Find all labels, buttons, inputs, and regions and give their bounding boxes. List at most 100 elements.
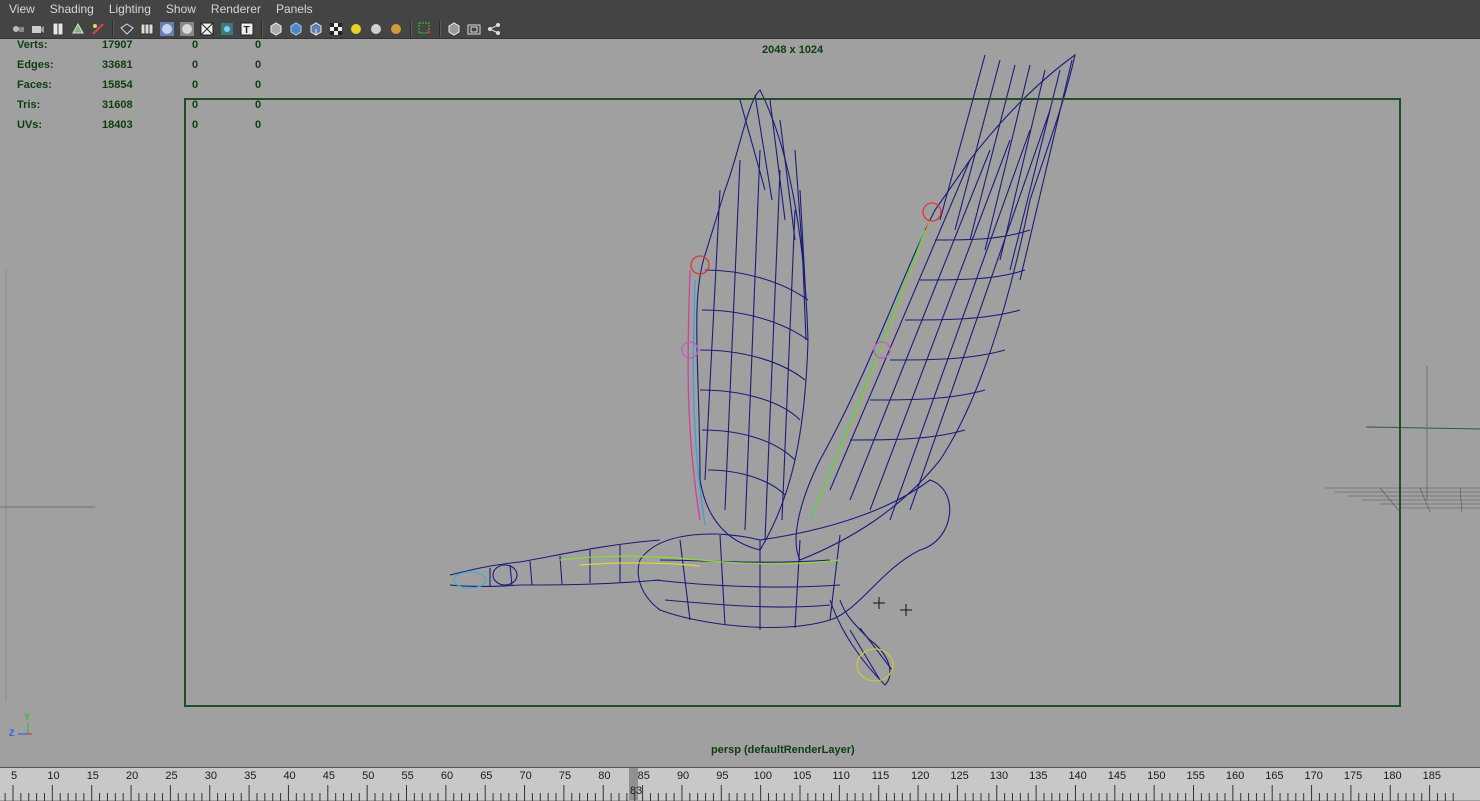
grid-icon[interactable] [139, 21, 155, 37]
timeline-tick-label: 160 [1225, 770, 1245, 782]
timeline-tick-label: 185 [1422, 770, 1441, 782]
timeline-tick-label: 35 [244, 770, 257, 782]
menu-panels[interactable]: Panels [270, 0, 319, 19]
timeline-tick-label: 80 [598, 770, 611, 782]
menu-show[interactable]: Show [160, 0, 202, 19]
timeline-tick-label: 55 [401, 770, 414, 782]
gate-mask-icon[interactable] [486, 21, 502, 37]
hud-row-verts: Verts: 17907 0 0 [17, 40, 277, 59]
hud-value: 0 [255, 119, 262, 131]
isolate-icon[interactable] [219, 21, 235, 37]
timeline-tick-label: 175 [1343, 770, 1363, 782]
panel-menu-bar: View Shading Lighting Show Renderer Pane… [0, 0, 1480, 20]
timeline-tick-label: 145 [1107, 770, 1127, 782]
bookmark-icon[interactable] [50, 21, 66, 37]
resolution-gate [184, 98, 1401, 707]
hud-label: Edges: [17, 59, 54, 71]
timeline-tick-label: 20 [126, 770, 139, 782]
hud-value: 0 [192, 40, 199, 51]
hud-value: 0 [192, 59, 199, 71]
timeline-tick-label: 105 [793, 770, 812, 782]
hud-row-edges: Edges: 33681 0 0 [17, 59, 277, 79]
texture-icon[interactable]: T [239, 21, 255, 37]
timeline-tick-label: 165 [1265, 770, 1284, 782]
checker-icon[interactable] [328, 21, 344, 37]
all-lights-icon[interactable] [348, 21, 364, 37]
hud-value: 0 [192, 119, 199, 131]
timeline-tick-label: 85 [637, 770, 650, 782]
hud-row-uvs: UVs: 18403 0 0 [17, 119, 277, 139]
menu-lighting[interactable]: Lighting [103, 0, 157, 19]
poly-count-hud: Verts: 17907 0 0 Edges: 33681 0 0 Faces:… [17, 40, 277, 139]
timeline-tick-label: 30 [204, 770, 217, 782]
xray-icon[interactable] [199, 21, 215, 37]
timeline-tick-label: 180 [1383, 770, 1402, 782]
timeline-tick-label: 135 [1029, 770, 1048, 782]
timeline-tick-label: 25 [165, 770, 178, 782]
timeline-tick-label: 155 [1186, 770, 1205, 782]
isolate-select-icon[interactable] [417, 21, 433, 37]
grease-pencil-icon[interactable] [90, 21, 106, 37]
timeline-tick-label: 5 [11, 770, 18, 782]
resolution-readout: 2048 x 1024 [762, 44, 824, 56]
shaded-cube-icon[interactable] [288, 21, 304, 37]
hud-row-tris: Tris: 31608 0 0 [17, 99, 277, 119]
timeline-tick-label: 15 [86, 770, 99, 782]
hud-value: 0 [255, 99, 262, 111]
hud-row-faces: Faces: 15854 0 0 [17, 79, 277, 99]
camera-attributes-icon[interactable] [30, 21, 46, 37]
3d-viewport[interactable]: Y Z Verts: 17907 0 0 Edges: 33681 0 0 Fa… [0, 40, 1480, 767]
menu-view[interactable]: View [3, 0, 41, 19]
timeline-tick-label: 170 [1304, 770, 1323, 782]
time-slider-ticks [4, 785, 1454, 801]
image-plane-icon[interactable] [70, 21, 86, 37]
hud-label: Faces: [17, 79, 52, 91]
toolbar-separator [261, 20, 263, 37]
time-slider[interactable]: 5 10 15 20 25 30 35 40 45 50 55 60 65 70 75 80 85 90 95 100… [0, 767, 1480, 801]
wireframe-cube-icon[interactable] [268, 21, 284, 37]
hud-value: 17907 [102, 40, 133, 51]
resolution-gate-icon[interactable] [466, 21, 482, 37]
default-light-icon[interactable] [368, 21, 384, 37]
timeline-tick-label: 150 [1147, 770, 1166, 782]
svg-text:T: T [244, 25, 250, 36]
timeline-tick-label: 45 [322, 770, 336, 782]
toolbar-separator [439, 20, 441, 37]
hud-value: 0 [192, 79, 199, 91]
shaded-wire-cube-icon[interactable] [308, 21, 324, 37]
menu-renderer[interactable]: Renderer [205, 0, 267, 19]
timeline-tick-label: 60 [440, 770, 454, 782]
timeline-tick-label: 95 [716, 770, 729, 782]
select-camera-icon[interactable] [10, 21, 26, 37]
hud-value: 18403 [102, 119, 133, 131]
hud-value: 15854 [102, 79, 133, 91]
timeline-tick-label: 130 [989, 770, 1009, 782]
wireframe-icon[interactable] [119, 21, 135, 37]
timeline-tick-label: 50 [362, 770, 375, 782]
timeline-tick-label: 75 [558, 770, 572, 782]
smooth-shade-icon[interactable] [159, 21, 175, 37]
timeline-tick-label: 65 [480, 770, 493, 782]
timeline-tick-label: 10 [47, 770, 60, 782]
hud-label: Verts: [17, 40, 48, 51]
default-material-icon[interactable] [179, 21, 195, 37]
current-frame-label: 83 [630, 785, 643, 797]
timeline-tick-label: 100 [753, 770, 772, 782]
shadow-light-icon[interactable] [388, 21, 404, 37]
panel-toolbar: T [0, 19, 1480, 39]
hud-value: 0 [255, 40, 262, 51]
toolbar-separator [410, 20, 412, 37]
toolbar-separator [112, 20, 114, 37]
axis-z-label: Z [9, 728, 15, 738]
menu-shading[interactable]: Shading [44, 0, 100, 19]
axis-y-label: Y [24, 712, 31, 722]
hud-value: 31608 [102, 99, 133, 111]
view-axis-indicator [18, 723, 32, 735]
camera-name-label: persp (defaultRenderLayer) [711, 744, 855, 756]
timeline-tick-label: 115 [871, 770, 890, 782]
film-gate-icon[interactable] [446, 21, 462, 37]
timeline-tick-label: 90 [676, 770, 690, 782]
hud-label: UVs: [17, 119, 43, 131]
hud-label: Tris: [17, 99, 41, 111]
hud-value: 0 [255, 59, 262, 71]
